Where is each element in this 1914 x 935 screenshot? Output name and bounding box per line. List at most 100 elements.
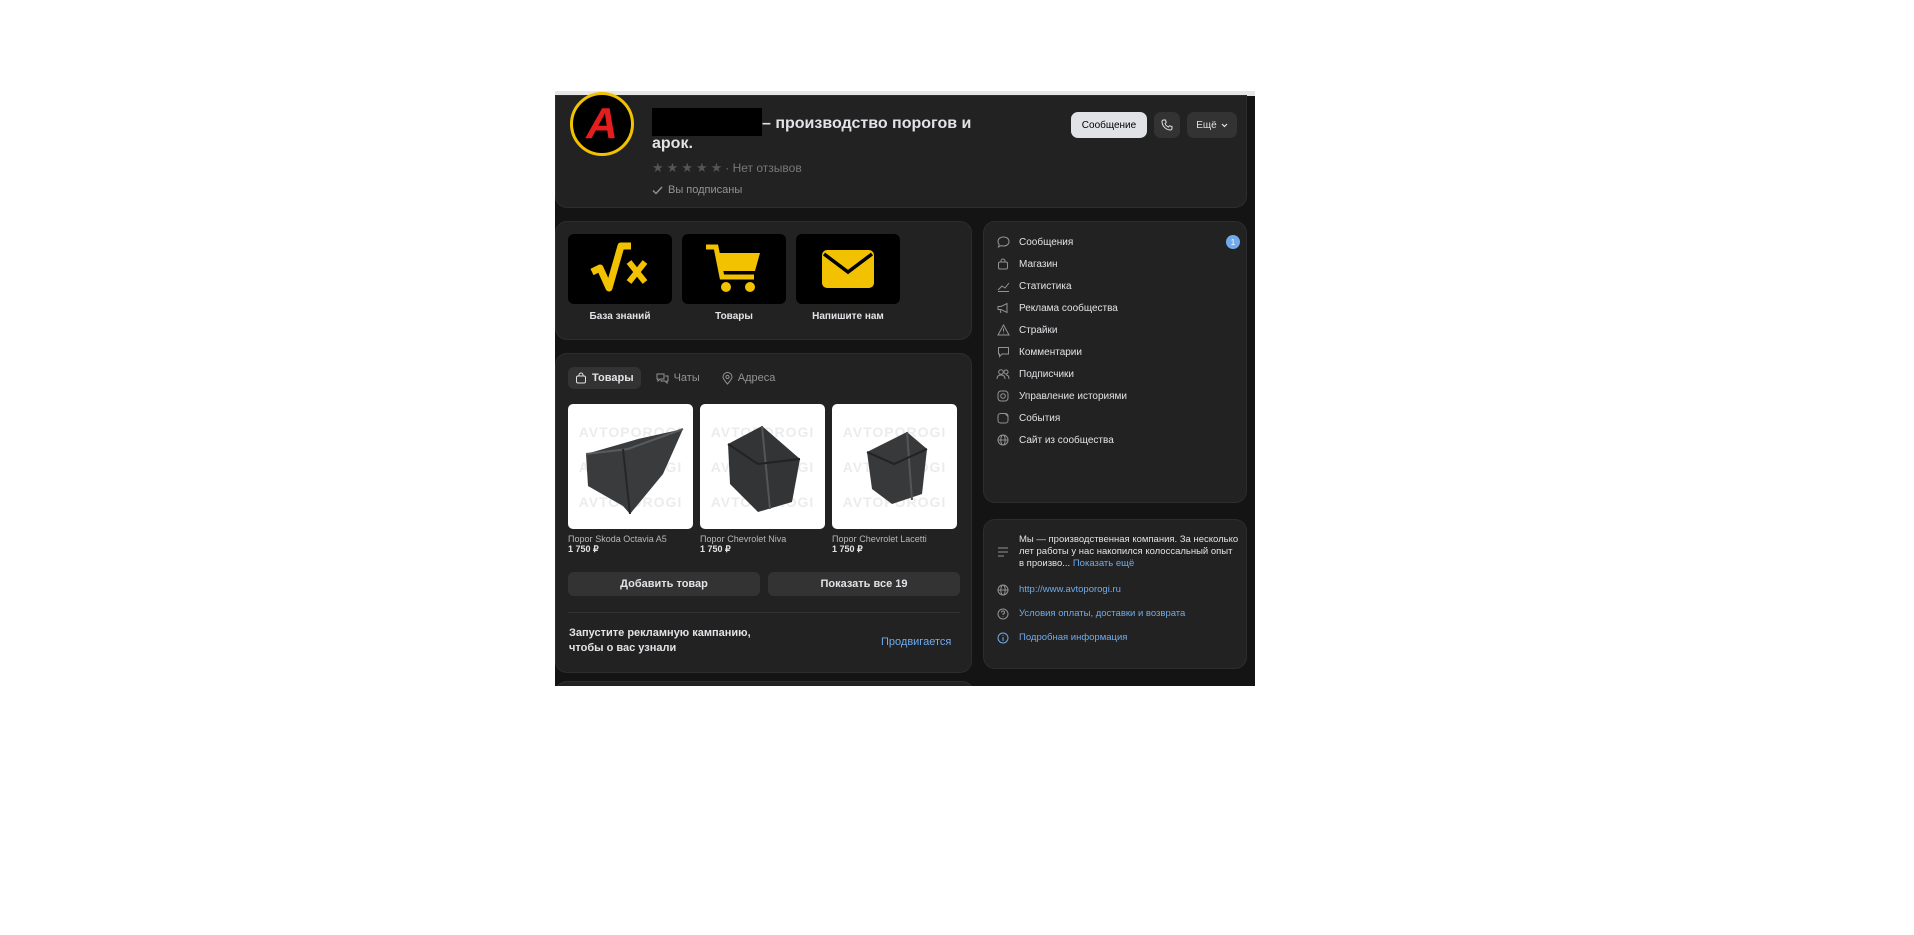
warning-icon (996, 324, 1010, 336)
description-text: Мы — производственная компания. За неско… (1019, 534, 1240, 570)
star-icon: ★ (695, 160, 708, 175)
product-name: Порог Chevrolet Niva (700, 534, 787, 544)
goods-section: Товары Чаты Адреса AVTOPOROGI AVTOPOROGI… (555, 353, 972, 673)
menu-label: Товары (715, 311, 753, 322)
globe-icon (996, 434, 1010, 446)
call-button[interactable] (1154, 112, 1180, 138)
star-icon: ★ (710, 160, 723, 175)
sidebar-item-subscribers[interactable]: Подписчики (996, 364, 1240, 384)
details-link[interactable]: Подробная информация (1019, 632, 1127, 644)
chevron-down-icon (1221, 123, 1228, 127)
reviews-text: · Нет отзывов (725, 161, 802, 175)
sidebar-item-label: Статистика (1019, 280, 1072, 292)
subscribed-status[interactable]: Вы подписаны (652, 184, 742, 196)
section-tabs: Товары Чаты Адреса (568, 367, 782, 389)
sidebar-item-ads[interactable]: Реклама сообщества (996, 298, 1240, 318)
users-icon (996, 368, 1010, 380)
description-row: Мы — производственная компания. За неско… (996, 534, 1240, 570)
text-lines-icon (996, 534, 1010, 570)
sidebar-item-events[interactable]: События (996, 408, 1240, 428)
more-button[interactable]: Ещё (1187, 112, 1237, 138)
menu-tile (796, 234, 900, 304)
message-button[interactable]: Сообщение (1071, 112, 1147, 138)
more-label: Ещё (1196, 119, 1217, 131)
unread-badge: 1 (1226, 235, 1240, 249)
megaphone-icon (996, 302, 1010, 314)
subscribed-label: Вы подписаны (668, 184, 743, 196)
bag-icon (576, 372, 586, 384)
cart-icon (706, 244, 760, 292)
show-all-button[interactable]: Показать все 19 (768, 572, 960, 596)
pin-icon (722, 371, 733, 385)
website-row[interactable]: http://www.avtoporogi.ru (996, 584, 1240, 596)
math-sqrt-icon (590, 242, 648, 292)
sidebar-item-shop[interactable]: Магазин (996, 254, 1240, 274)
sidebar-item-stats[interactable]: Статистика (996, 276, 1240, 296)
product-card[interactable]: AVTOPOROGI AVTOPOROGI AVTOPOROGI Порог S… (568, 404, 693, 555)
sidebar-item-label: Управление историями (1019, 390, 1128, 402)
product-card[interactable]: AVTOPOROGI AVTOPOROGI AVTOPOROGI Порог C… (700, 404, 825, 555)
community-header: A – производство порогов и арок. ★ ★ ★ ★… (555, 92, 1247, 208)
checkmark-icon (652, 186, 663, 195)
product-image[interactable]: AVTOPOROGI AVTOPOROGI AVTOPOROGI (700, 404, 825, 529)
promote-link[interactable]: Продвигается (881, 636, 951, 648)
tab-chats[interactable]: Чаты (649, 367, 707, 389)
product-image[interactable]: AVTOPOROGI AVTOPOROGI AVTOPOROGI (568, 404, 693, 529)
menu-label: Напишите нам (812, 311, 884, 322)
phone-icon (1161, 119, 1173, 131)
menu-label: База знаний (589, 311, 651, 322)
info-icon (996, 632, 1010, 644)
community-info: Мы — производственная компания. За неско… (983, 519, 1247, 669)
title-line-2: арок. (652, 135, 693, 152)
tab-label: Адреса (737, 372, 776, 384)
sidebar-item-label: Подписчики (1019, 368, 1075, 380)
terms-row[interactable]: Условия оплаты, доставки и возврата (996, 608, 1240, 620)
website-link[interactable]: http://www.avtoporogi.ru (1019, 584, 1121, 596)
tab-label: Чаты (673, 372, 700, 384)
menu-item-goods[interactable]: Товары (682, 234, 786, 322)
terms-link[interactable]: Условия оплаты, доставки и возврата (1019, 608, 1185, 620)
rating[interactable]: ★ ★ ★ ★ ★ · Нет отзывов (652, 160, 802, 176)
product-price: 1 750 ₽ (568, 544, 599, 554)
product-image[interactable]: AVTOPOROGI AVTOPOROGI AVTOPOROGI (832, 404, 957, 529)
sidebar-item-comments[interactable]: Комментарии (996, 342, 1240, 362)
stats-icon (996, 281, 1010, 292)
show-more-link[interactable]: Показать ещё (1073, 558, 1134, 569)
sidebar-item-strikes[interactable]: Страйки (996, 320, 1240, 340)
product-name: Порог Skoda Octavia A5 (568, 534, 667, 544)
sidebar-item-label: Сайт из сообщества (1019, 434, 1114, 446)
promo-text: Запустите рекламную кампанию, чтобы о ва… (569, 627, 751, 654)
star-icon: ★ (666, 160, 679, 175)
sidebar-item-site[interactable]: Сайт из сообщества (996, 430, 1240, 450)
community-page: A – производство порогов и арок. ★ ★ ★ ★… (555, 91, 1255, 686)
sidebar-item-label: Страйки (1019, 324, 1058, 336)
product-price: 1 750 ₽ (832, 544, 863, 554)
sill-part-image (866, 431, 928, 504)
details-row[interactable]: Подробная информация (996, 632, 1240, 644)
product-card[interactable]: AVTOPOROGI AVTOPOROGI AVTOPOROGI Порог C… (832, 404, 957, 555)
tab-addresses[interactable]: Адреса (715, 367, 783, 389)
sill-part-image (727, 425, 801, 512)
menu-item-write-us[interactable]: Напишите нам (796, 234, 900, 322)
stories-icon (996, 390, 1010, 402)
divider (568, 612, 960, 613)
community-menu: База знаний Товары Напишите нам (555, 221, 972, 340)
sidebar-item-label: Магазин (1019, 258, 1058, 270)
sidebar-item-stories[interactable]: Управление историями (996, 386, 1240, 406)
menu-item-knowledge[interactable]: База знаний (568, 234, 672, 322)
shop-bag-icon (996, 258, 1010, 270)
product-name: Порог Chevrolet Lacetti (832, 534, 927, 544)
sidebar-item-messages[interactable]: Сообщения 1 (996, 232, 1240, 252)
avatar[interactable]: A (570, 92, 634, 156)
globe-icon (996, 584, 1010, 596)
star-icon: ★ (681, 160, 693, 175)
sidebar-item-label: Реклама сообщества (1019, 302, 1118, 314)
sidebar-item-label: Комментарии (1019, 346, 1082, 358)
product-price: 1 750 ₽ (700, 544, 731, 554)
tab-goods[interactable]: Товары (568, 367, 641, 389)
sidebar-item-label: Сообщения (1019, 236, 1074, 248)
star-icon: ★ (652, 160, 664, 175)
add-product-button[interactable]: Добавить товар (568, 572, 760, 596)
avatar-letter: A (586, 99, 618, 148)
redacted-name (652, 108, 762, 136)
